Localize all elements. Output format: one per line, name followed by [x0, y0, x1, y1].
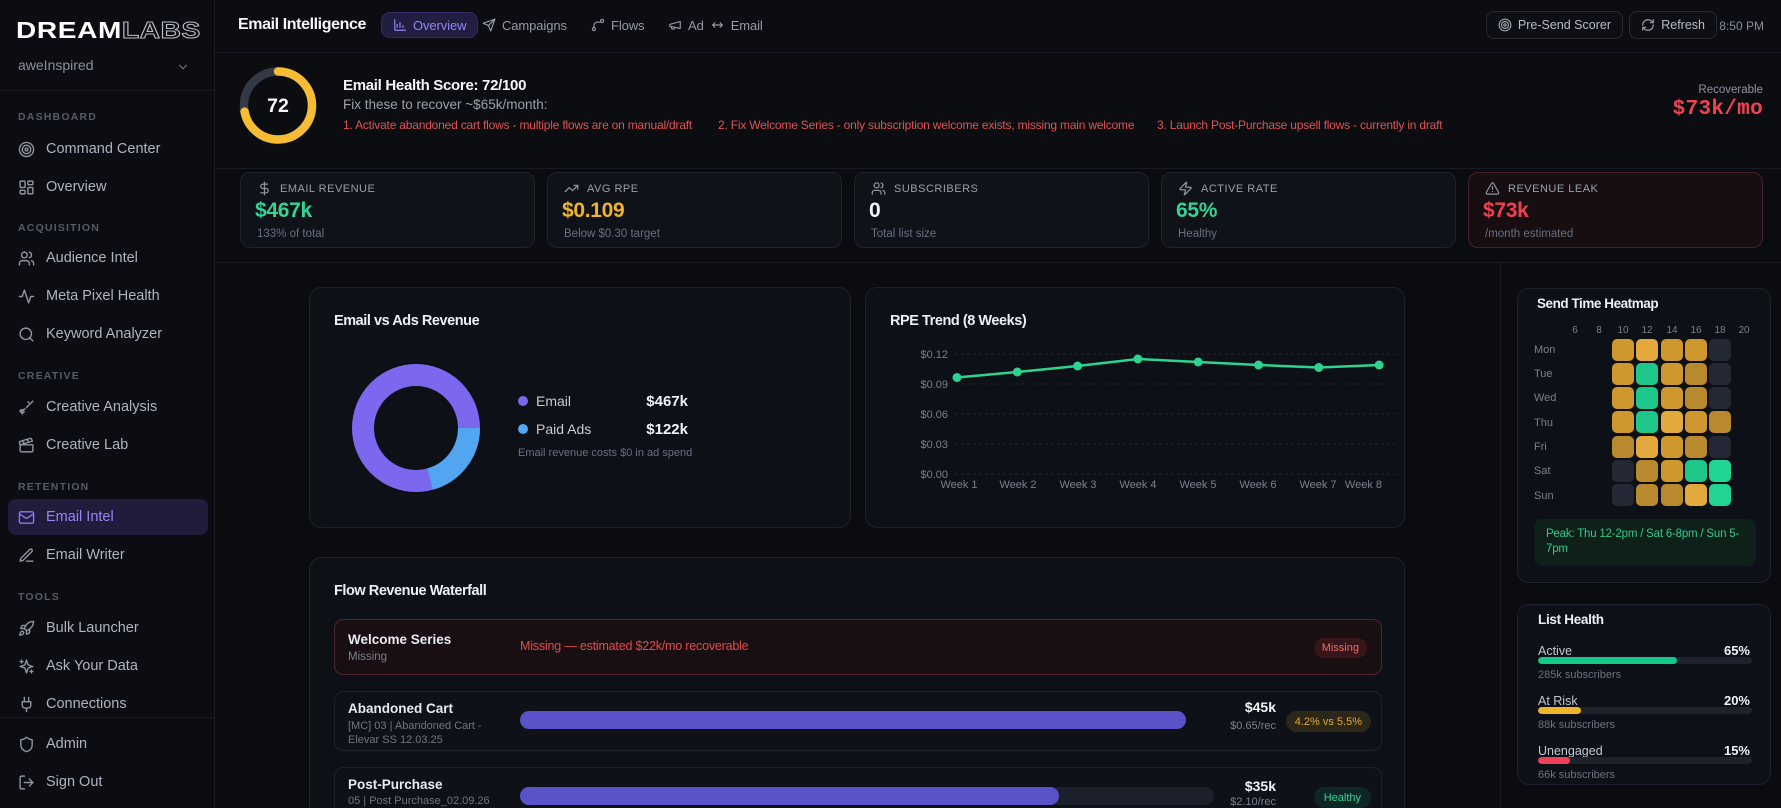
svg-text:Week 2: Week 2 [999, 479, 1036, 491]
svg-text:72: 72 [267, 95, 289, 117]
svg-text:$0.12: $0.12 [920, 349, 948, 361]
svg-text:Week 1: Week 1 [940, 479, 977, 491]
svg-text:Week 8: Week 8 [1345, 479, 1382, 491]
svg-text:Week 7: Week 7 [1299, 479, 1336, 491]
svg-text:Week 3: Week 3 [1059, 479, 1096, 491]
svg-text:Week 4: Week 4 [1119, 479, 1156, 491]
svg-text:Week 6: Week 6 [1239, 479, 1276, 491]
svg-text:$0.06: $0.06 [920, 409, 948, 421]
svg-text:$0.03: $0.03 [920, 439, 948, 451]
svg-text:Week 5: Week 5 [1179, 479, 1216, 491]
svg-text:$0.09: $0.09 [920, 379, 948, 391]
